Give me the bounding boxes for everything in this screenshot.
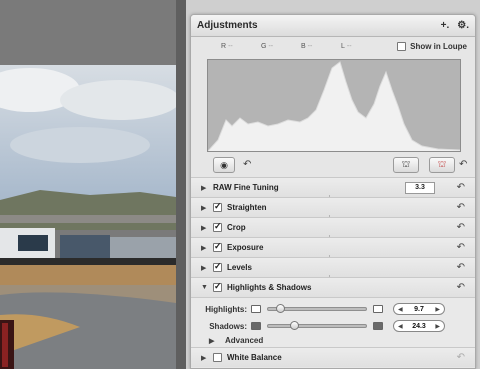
channel-b: B -- bbox=[301, 42, 313, 50]
collapse-triangle-icon[interactable]: ▼ bbox=[201, 284, 213, 291]
gear-icon: ⚙. bbox=[457, 20, 469, 31]
channel-r: R -- bbox=[221, 42, 233, 50]
shadows-max-icon bbox=[373, 322, 383, 330]
white-balance-checkbox[interactable] bbox=[213, 353, 222, 362]
show-in-loupe-checkbox[interactable]: Show in Loupe bbox=[397, 41, 467, 51]
viewer-divider bbox=[176, 0, 186, 369]
raw-fine-tuning-row[interactable]: ▶ RAW Fine Tuning 3.3 ↶ bbox=[191, 177, 475, 199]
highlights-shadows-checkbox[interactable] bbox=[213, 281, 222, 292]
highlights-min-icon bbox=[251, 305, 261, 313]
undo-icon[interactable]: ↶ bbox=[457, 202, 465, 213]
auto-levels-luminance-button[interactable]: ⛫ bbox=[393, 157, 419, 173]
color-levels-icon: ⛫ bbox=[437, 159, 447, 169]
image-viewer bbox=[0, 0, 186, 369]
shadows-slider-knob[interactable] bbox=[290, 321, 299, 330]
undo-icon[interactable]: ↶ bbox=[457, 262, 465, 273]
highlights-slider-knob[interactable] bbox=[276, 304, 285, 313]
add-adjustment-button[interactable]: +. bbox=[441, 20, 450, 31]
shadows-slider[interactable] bbox=[267, 321, 367, 330]
adjustments-panel: Adjustments +. ⚙. R -- G -- B -- L -- Show i… bbox=[190, 14, 476, 369]
raw-version-select[interactable]: 3.3 bbox=[405, 181, 435, 194]
expand-triangle-icon[interactable]: ▶ bbox=[201, 184, 213, 192]
straighten-checkbox[interactable] bbox=[213, 201, 222, 212]
crop-row[interactable]: ▶ Crop ↶ bbox=[191, 217, 475, 239]
channel-l: L -- bbox=[341, 42, 352, 50]
photo-preview[interactable] bbox=[0, 65, 176, 369]
levels-checkbox[interactable] bbox=[213, 261, 222, 272]
highlights-max-icon bbox=[373, 305, 383, 313]
auto-levels-rgb-button[interactable]: ⛫ bbox=[429, 157, 455, 173]
action-menu-button[interactable]: ⚙. bbox=[457, 20, 469, 31]
straighten-row[interactable]: ▶ Straighten ↶ bbox=[191, 197, 475, 219]
expand-triangle-icon[interactable]: ▶ bbox=[201, 264, 213, 272]
histogram bbox=[207, 59, 461, 152]
white-balance-row[interactable]: ▶ White Balance ↶ bbox=[191, 347, 475, 367]
adjustments-title: Adjustments bbox=[197, 20, 258, 31]
undo-icon[interactable]: ↶ bbox=[459, 159, 467, 170]
checkbox-icon bbox=[397, 41, 407, 51]
undo-icon[interactable]: ↶ bbox=[457, 282, 465, 293]
histogram-tools: ◉ ↶ ⛫ ⛫ ↶ bbox=[207, 155, 469, 177]
exposure-row[interactable]: ▶ Exposure ↶ bbox=[191, 237, 475, 259]
shadows-control: Shadows: ◀ 24.3 ▶ bbox=[205, 319, 463, 333]
expand-triangle-icon[interactable]: ▶ bbox=[209, 337, 221, 345]
undo-icon[interactable]: ↶ bbox=[457, 222, 465, 233]
channel-readout: R -- G -- B -- L -- Show in Loupe bbox=[191, 37, 475, 55]
undo-icon[interactable]: ↶ bbox=[457, 182, 465, 193]
expand-triangle-icon[interactable]: ▶ bbox=[201, 244, 213, 252]
expand-triangle-icon[interactable]: ▶ bbox=[201, 354, 213, 362]
highlights-shadows-row[interactable]: ▼ Highlights & Shadows ↶ bbox=[191, 277, 475, 297]
highlights-stepper[interactable]: ◀ 9.7 ▶ bbox=[393, 303, 445, 315]
crop-checkbox[interactable] bbox=[213, 221, 222, 232]
exposure-checkbox[interactable] bbox=[213, 241, 222, 252]
levels-icon: ⛫ bbox=[401, 159, 411, 169]
channel-g: G -- bbox=[261, 42, 274, 50]
plus-icon: +. bbox=[440, 20, 450, 31]
highlights-shadows-controls: Highlights: ◀ 9.7 ▶ Shadows: ◀ 24.3 ▶ ▶ … bbox=[191, 297, 475, 347]
eyedropper-button[interactable]: ◉ bbox=[213, 157, 235, 173]
adjustments-header: Adjustments +. ⚙. bbox=[191, 15, 475, 37]
highlights-control: Highlights: ◀ 9.7 ▶ bbox=[205, 302, 463, 316]
advanced-disclosure[interactable]: ▶ Advanced bbox=[209, 336, 263, 345]
undo-icon[interactable]: ↶ bbox=[457, 242, 465, 253]
shadows-stepper[interactable]: ◀ 24.3 ▶ bbox=[393, 320, 445, 332]
adjustment-list: ▶ RAW Fine Tuning 3.3 ↶ ▶ Straighten ↶ ▶… bbox=[191, 177, 475, 367]
expand-triangle-icon[interactable]: ▶ bbox=[201, 224, 213, 232]
undo-icon[interactable]: ↶ bbox=[243, 159, 251, 170]
eye-icon: ◉ bbox=[220, 159, 228, 170]
highlights-slider[interactable] bbox=[267, 304, 367, 313]
undo-icon[interactable]: ↶ bbox=[457, 352, 465, 363]
shadows-min-icon bbox=[251, 322, 261, 330]
increment-icon[interactable]: ▶ bbox=[435, 323, 440, 330]
expand-triangle-icon[interactable]: ▶ bbox=[201, 204, 213, 212]
levels-row[interactable]: ▶ Levels ↶ bbox=[191, 257, 475, 279]
increment-icon[interactable]: ▶ bbox=[435, 306, 440, 313]
